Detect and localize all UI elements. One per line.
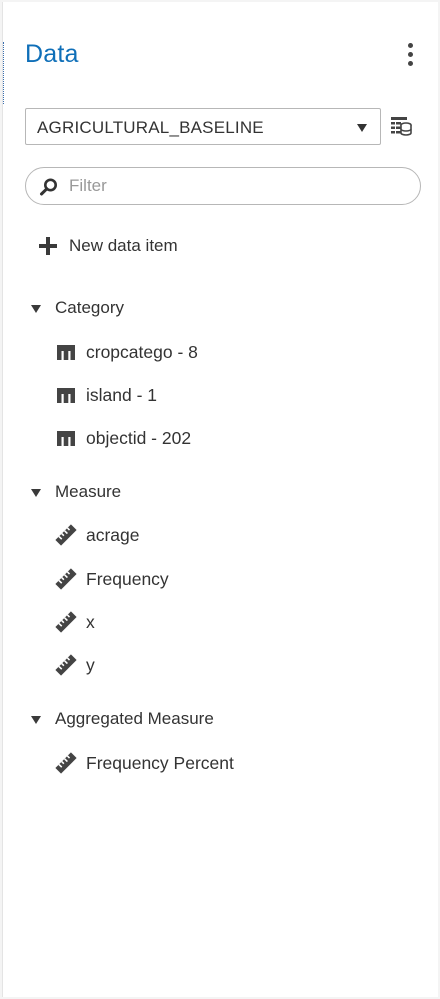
data-source-details-icon[interactable] — [389, 114, 413, 138]
data-source-selected-value: AGRICULTURAL_BASELINE — [37, 118, 264, 137]
data-item-label: island - 1 — [86, 384, 158, 405]
data-item-frequency-percent[interactable]: Frequency Percent — [55, 751, 234, 775]
collapse-triangle-icon — [31, 715, 41, 724]
data-item-label: cropcatego - 8 — [86, 341, 198, 362]
search-icon — [40, 178, 57, 196]
filter-field[interactable] — [25, 167, 421, 205]
data-item-cropcatego[interactable]: cropcatego - 8 — [55, 340, 198, 364]
data-item-frequency[interactable]: Frequency — [55, 567, 169, 591]
plus-icon — [39, 237, 57, 255]
data-item-label: objectid - 202 — [86, 427, 192, 448]
section-header-category[interactable]: Category — [31, 296, 124, 320]
data-item-island[interactable]: island - 1 — [55, 383, 157, 407]
measure-ruler-icon — [55, 752, 77, 774]
measure-ruler-icon — [55, 611, 77, 633]
dropdown-caret-icon — [357, 124, 367, 132]
measure-ruler-icon — [55, 524, 77, 546]
data-item-label: Frequency — [86, 568, 169, 589]
collapse-triangle-icon — [31, 488, 41, 497]
data-item-label: y — [86, 654, 95, 675]
section-label: Aggregated Measure — [55, 709, 214, 728]
measure-ruler-icon — [55, 568, 77, 590]
filter-input[interactable] — [69, 175, 399, 197]
new-data-item-label: New data item — [69, 236, 178, 255]
data-item-label: x — [86, 611, 95, 632]
category-icon — [55, 341, 77, 363]
data-item-label: Frequency Percent — [86, 752, 234, 773]
data-item-x[interactable]: x — [55, 610, 95, 634]
more-options-icon[interactable] — [401, 43, 419, 69]
collapse-triangle-icon — [31, 304, 41, 313]
data-item-y[interactable]: y — [55, 653, 95, 677]
category-icon — [55, 384, 77, 406]
pane-edge-focus — [3, 42, 6, 104]
section-header-measure[interactable]: Measure — [31, 480, 121, 504]
measure-ruler-icon — [55, 654, 77, 676]
section-label: Measure — [55, 482, 122, 501]
category-icon — [55, 427, 77, 449]
data-item-label: acrage — [86, 524, 140, 545]
data-item-objectid[interactable]: objectid - 202 — [55, 426, 191, 450]
data-source-select[interactable]: AGRICULTURAL_BASELINE — [25, 108, 381, 145]
data-pane: Data AGRICULTURAL_BASELINE New data item… — [2, 2, 438, 997]
section-header-aggregated-measure[interactable]: Aggregated Measure — [31, 707, 214, 731]
data-item-acrage[interactable]: acrage — [55, 523, 140, 547]
pane-title: Data — [25, 40, 79, 68]
section-label: Category — [55, 298, 124, 317]
new-data-item-button[interactable]: New data item — [39, 233, 178, 259]
